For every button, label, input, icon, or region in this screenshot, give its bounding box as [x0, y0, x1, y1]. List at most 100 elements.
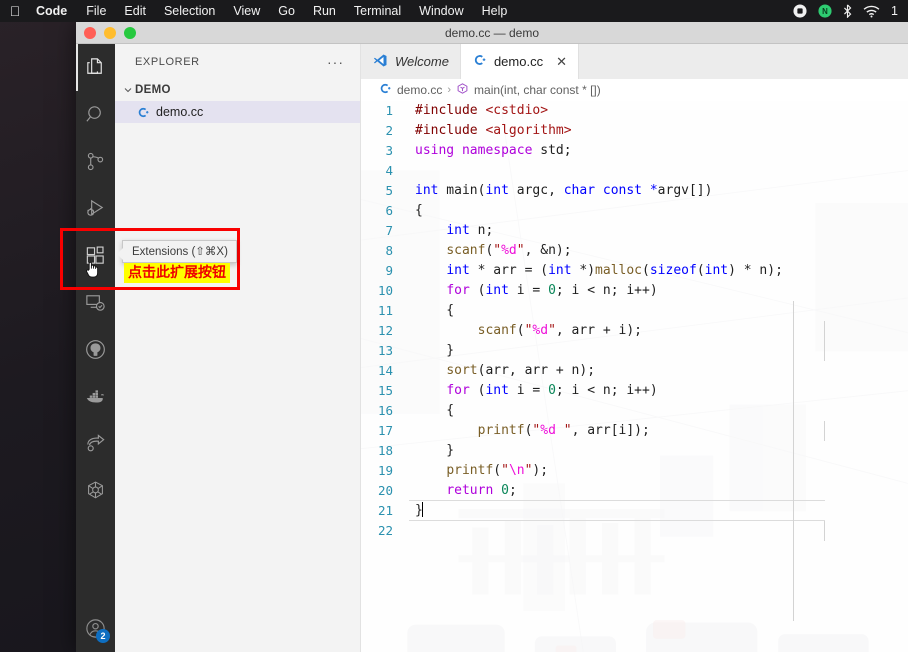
symbol-method-icon	[456, 82, 469, 98]
breadcrumb-item-file[interactable]: demo.cc	[379, 82, 442, 98]
code-token: namespace	[461, 143, 533, 158]
menu-item-view[interactable]: View	[224, 0, 269, 22]
activitybar-item-extensions[interactable]	[76, 232, 115, 279]
wifi-icon[interactable]	[863, 5, 880, 18]
code-text[interactable]: for (int i = 0; i < n; i++)	[409, 281, 657, 301]
breadcrumb-file-label: demo.cc	[397, 83, 443, 97]
activitybar-item-explorer[interactable]	[76, 44, 115, 91]
code-token: (	[642, 263, 650, 278]
close-button[interactable]	[84, 26, 96, 39]
code-line: 2 #include <algorithm>	[361, 121, 908, 141]
explorer-file-demo-cc[interactable]: demo.cc	[115, 101, 360, 123]
code-editor[interactable]: 1 #include <cstdio> 2 #include <algorithm> 3…	[361, 101, 908, 652]
activitybar-item-account[interactable]: 2	[76, 605, 115, 652]
code-line: 6{	[361, 201, 908, 221]
code-token: i =	[508, 283, 549, 298]
menubar-clock[interactable]: 1	[891, 4, 898, 18]
code-token: argv[])	[657, 183, 713, 198]
desktop:  Code File Edit Selection View Go Run T…	[0, 0, 908, 652]
menu-item-help[interactable]: Help	[473, 0, 517, 22]
menu-item-selection[interactable]: Selection	[155, 0, 224, 22]
code-text[interactable]: }	[409, 341, 454, 361]
menu-item-file[interactable]: File	[77, 0, 115, 22]
menu-item-window[interactable]: Window	[410, 0, 472, 22]
code-token: );	[532, 463, 549, 478]
sidebar-more-actions-button[interactable]: ···	[327, 55, 344, 69]
activitybar-item-github[interactable]	[76, 326, 115, 373]
code-text[interactable]: printf("%d ", arr[i]);	[409, 421, 650, 441]
code-text[interactable]: sort(arr, arr + n);	[409, 361, 595, 381]
tab-welcome[interactable]: Welcome	[361, 44, 461, 79]
macos-menubar:  Code File Edit Selection View Go Run T…	[0, 0, 908, 22]
code-text[interactable]: int n;	[409, 221, 493, 241]
code-lines: 1 #include <cstdio> 2 #include <algorithm> 3…	[361, 101, 908, 541]
activitybar-item-search[interactable]	[76, 91, 115, 138]
code-token: "	[493, 243, 502, 258]
code-text[interactable]: for (int i = 0; i < n; i++)	[409, 381, 657, 401]
indent-guide	[824, 321, 825, 361]
code-text[interactable]: return 0;	[409, 481, 516, 501]
activitybar-item-kubernetes[interactable]	[76, 467, 115, 514]
code-text[interactable]: }	[409, 500, 820, 521]
tab-demo-cc[interactable]: demo.cc ✕	[460, 44, 579, 79]
code-text[interactable]	[409, 161, 415, 181]
code-text[interactable]: #include <algorithm>	[409, 121, 572, 141]
menu-item-go[interactable]: Go	[269, 0, 304, 22]
code-text[interactable]: #include <cstdio>	[409, 101, 548, 121]
code-line: 22	[361, 521, 908, 541]
explorer-folder-demo[interactable]: DEMO	[115, 79, 360, 101]
code-text[interactable]: {	[409, 301, 454, 321]
code-text[interactable]: int main(int argc, char const *argv[])	[409, 181, 712, 201]
code-line: 18 }	[361, 441, 908, 461]
code-text[interactable]: using namespace std;	[409, 141, 572, 161]
code-line: 15 for (int i = 0; i < n; i++)	[361, 381, 908, 401]
line-number: 10	[377, 283, 393, 298]
code-line: 16 {	[361, 401, 908, 421]
menu-item-run[interactable]: Run	[304, 0, 345, 22]
code-token: printf	[477, 423, 525, 438]
tab-bar-empty-space	[579, 44, 908, 79]
apple-logo-icon[interactable]: 	[0, 0, 30, 22]
menu-item-edit[interactable]: Edit	[115, 0, 155, 22]
indent-guide	[824, 521, 825, 541]
activitybar-item-docker[interactable]	[76, 373, 115, 420]
activitybar-item-run-and-debug[interactable]	[76, 185, 115, 232]
cpp-file-icon	[137, 106, 150, 119]
code-token: for	[446, 283, 470, 298]
code-token: printf	[446, 463, 494, 478]
files-icon	[84, 56, 107, 79]
account-badge: 2	[96, 629, 110, 643]
code-token: %d	[540, 423, 556, 438]
code-text[interactable]: printf("\n");	[409, 461, 548, 481]
screen-record-icon[interactable]	[793, 4, 807, 18]
tab-close-button[interactable]: ✕	[556, 55, 567, 68]
tab-welcome-label: Welcome	[395, 54, 449, 69]
menu-item-code[interactable]: Code	[30, 0, 77, 22]
code-token: int	[446, 263, 470, 278]
code-text[interactable]: }	[409, 441, 454, 461]
nord-vpn-icon[interactable]: N	[818, 4, 832, 18]
code-token: }	[415, 343, 455, 358]
code-text[interactable]: {	[409, 401, 454, 421]
minimize-button[interactable]	[104, 26, 116, 39]
code-token: {	[415, 203, 423, 218]
code-text[interactable]: scanf("%d", arr + i);	[409, 321, 642, 341]
code-line: 17 printf("%d ", arr[i]);	[361, 421, 908, 441]
activitybar-item-source-control[interactable]	[76, 138, 115, 185]
vscode-logo-icon	[373, 53, 388, 71]
code-text[interactable]	[409, 521, 415, 541]
line-number: 21	[377, 503, 393, 518]
bluetooth-icon[interactable]	[843, 4, 852, 18]
menu-item-terminal[interactable]: Terminal	[345, 0, 410, 22]
code-text[interactable]: scanf("%d", &n);	[409, 241, 571, 261]
maximize-button[interactable]	[124, 26, 136, 39]
activitybar-item-remote-explorer[interactable]	[76, 279, 115, 326]
code-text[interactable]: {	[409, 201, 423, 221]
code-text[interactable]: int * arr = (int *)malloc(sizeof(int) * …	[409, 261, 783, 281]
breadcrumb-item-symbol[interactable]: main(int, char const * [])	[456, 82, 601, 98]
activitybar-item-live-share[interactable]	[76, 420, 115, 467]
code-token: * arr = (	[469, 263, 549, 278]
